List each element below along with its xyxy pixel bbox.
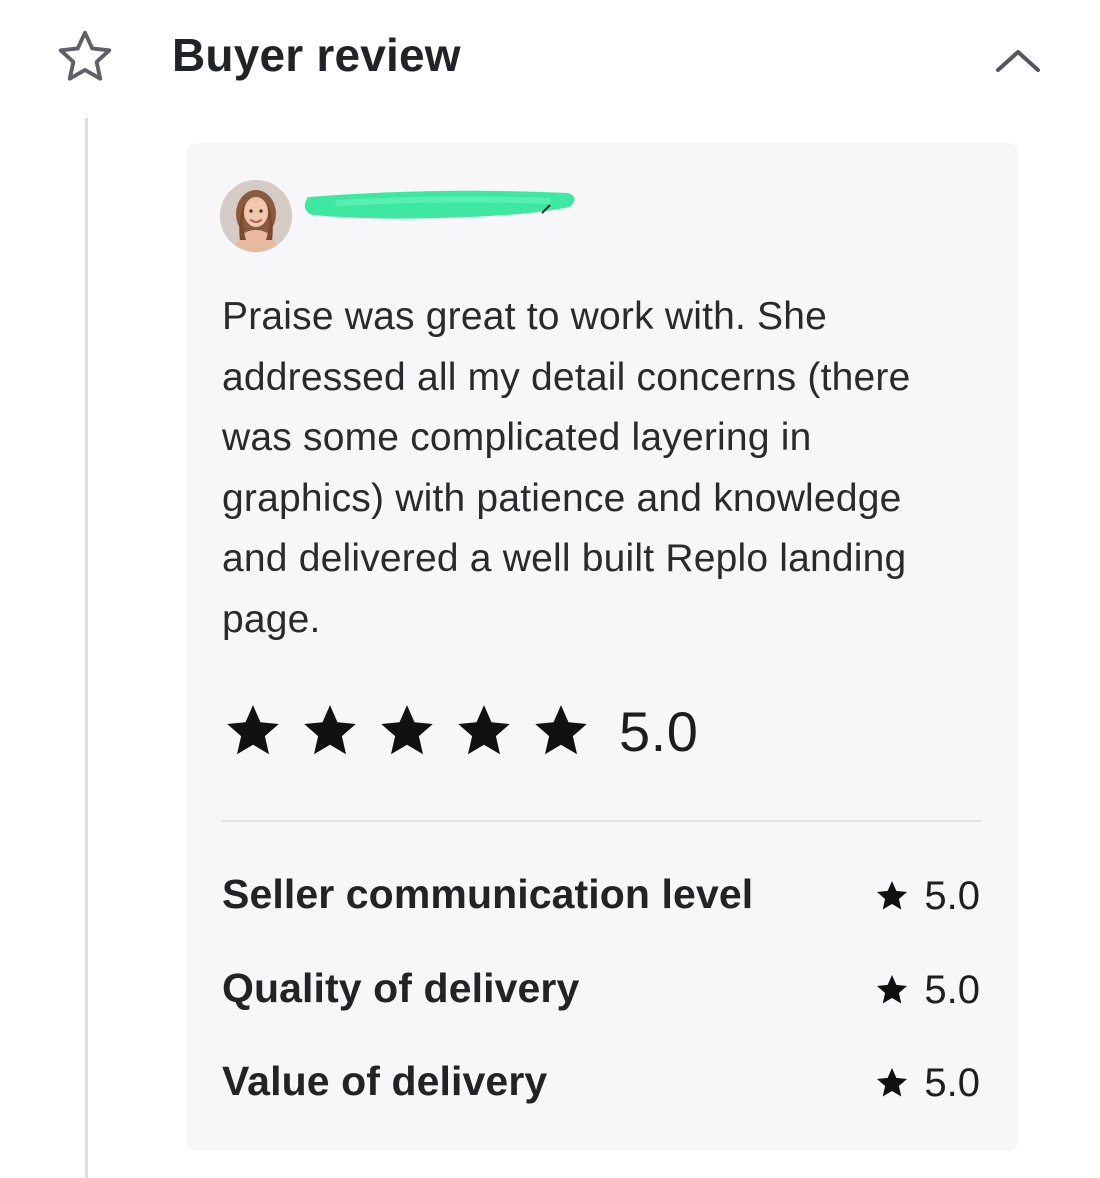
star-filled-icon xyxy=(535,705,587,755)
overall-rating: 5.0 xyxy=(222,691,698,771)
divider xyxy=(222,820,982,822)
star-filled-icon xyxy=(458,705,510,755)
detail-value: 5.0 xyxy=(924,1060,980,1105)
detail-score: 5.0 xyxy=(874,1058,980,1108)
review-card: Praise was great to work with. She addre… xyxy=(186,143,1018,1151)
timeline-line xyxy=(85,118,88,1178)
star-filled-icon xyxy=(877,881,908,910)
detail-label: Quality of delivery xyxy=(222,965,580,1011)
star-filled-icon xyxy=(877,975,908,1004)
detail-score: 5.0 xyxy=(874,871,980,921)
detail-row-communication: Seller communication level 5.0 xyxy=(222,867,980,923)
star-filled-icon xyxy=(304,705,356,755)
detail-row-value: Value of delivery 5.0 xyxy=(222,1054,980,1110)
overall-rating-value: 5.0 xyxy=(619,699,699,763)
detail-value: 5.0 xyxy=(924,873,980,918)
detail-label: Seller communication level xyxy=(222,871,754,917)
star-outline-icon xyxy=(58,30,112,81)
detail-row-quality: Quality of delivery 5.0 xyxy=(222,961,980,1017)
review-section-header[interactable]: Buyer review xyxy=(0,0,1100,115)
review-text: Praise was great to work with. She addre… xyxy=(222,295,911,641)
detail-value: 5.0 xyxy=(924,967,980,1012)
reviewer-avatar[interactable] xyxy=(220,180,292,252)
detail-score: 5.0 xyxy=(874,965,980,1015)
detail-label: Value of delivery xyxy=(222,1058,548,1104)
reviewer-name-redacted xyxy=(304,190,575,219)
avatar-image xyxy=(220,180,292,252)
star-filled-icon xyxy=(877,1068,908,1097)
section-title: Buyer review xyxy=(172,29,461,81)
star-filled-icon xyxy=(381,705,433,755)
chevron-up-icon[interactable] xyxy=(990,40,1046,80)
star-filled-icon xyxy=(227,705,279,755)
